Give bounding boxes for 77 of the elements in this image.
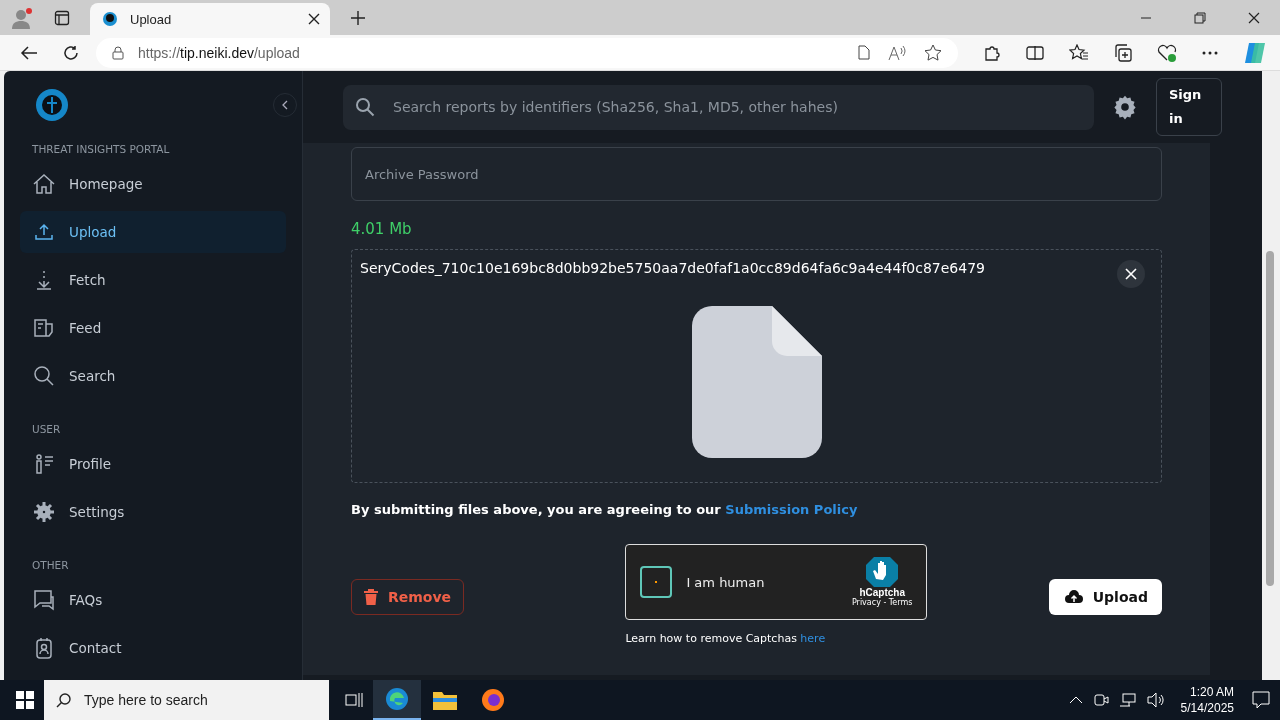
file-size: 4.01 Mb: [351, 220, 413, 238]
windows-start-icon[interactable]: [16, 691, 34, 709]
more-icon[interactable]: [1202, 50, 1218, 55]
new-tab-icon[interactable]: [350, 9, 366, 26]
search-icon: [56, 692, 72, 708]
split-screen-icon[interactable]: [1026, 44, 1044, 61]
hand-logo-icon: [866, 557, 899, 587]
tab-title: Upload: [130, 11, 173, 27]
star-icon[interactable]: [924, 43, 942, 62]
file-drop-zone[interactable]: SeryCodes_710c10e169bc8d0bb92be5750aa7de0faf1a0cc89d64fa6c9a4e44f0c87e6479: [351, 249, 1162, 483]
close-button[interactable]: [1117, 260, 1145, 288]
close-icon[interactable]: [1248, 11, 1260, 24]
address-bar[interactable]: https://tip.neiki.dev/upload: [96, 37, 958, 68]
read-aloud-icon[interactable]: [888, 44, 906, 61]
sign-in-button[interactable]: Sign in: [1156, 78, 1222, 136]
trash-icon: [364, 589, 378, 605]
agreement-text: By submitting files above, you are agreeing to our Submission Policy: [351, 502, 859, 517]
close-icon[interactable]: [308, 13, 320, 25]
captcha-links[interactable]: Privacy - Terms: [851, 598, 913, 607]
taskbar-search-field[interactable]: Type here to search: [44, 680, 329, 720]
nav-icon: [32, 364, 56, 388]
profile-icon[interactable]: [10, 5, 34, 30]
nav-item[interactable]: Contact: [20, 627, 286, 669]
section-heading: USER: [31, 422, 62, 437]
file-icon: [691, 306, 822, 458]
nav-icon: [32, 172, 56, 196]
nav-item[interactable]: FAQs: [20, 579, 286, 621]
favorites-icon[interactable]: [1069, 43, 1089, 62]
captcha-checkbox[interactable]: [640, 566, 673, 598]
clock-date: 5/14/2025: [1180, 700, 1234, 716]
site-logo-icon: [102, 11, 118, 27]
clock-time: 1:20 AM: [1189, 684, 1234, 700]
nav-item[interactable]: Profile: [20, 443, 286, 485]
section-heading: OTHER: [31, 558, 70, 573]
captcha-label: I am human: [686, 574, 766, 590]
nav-item[interactable]: Settings: [20, 491, 286, 533]
nav-icon: [32, 316, 56, 340]
task-view-icon[interactable]: [345, 692, 363, 708]
captcha-note: Learn how to remove Captchas here: [625, 632, 826, 645]
health-icon[interactable]: [1157, 43, 1177, 62]
chevron-up-icon[interactable]: [1068, 696, 1083, 704]
refresh-icon[interactable]: [63, 44, 79, 61]
browser-tab[interactable]: Upload: [90, 3, 330, 35]
url-text: https://tip.neiki.dev/upload: [138, 44, 300, 61]
captcha-brand: hCaptcha: [859, 587, 905, 598]
puzzle-icon[interactable]: [983, 43, 1001, 62]
notifications-icon[interactable]: [1252, 691, 1270, 709]
submission-policy-link[interactable]: Submission Policy: [725, 502, 858, 517]
settings-icon[interactable]: [1112, 94, 1138, 120]
nav-item[interactable]: Upload: [20, 211, 286, 253]
section-heading: THREAT INSIGHTS PORTAL: [31, 142, 171, 157]
cloud-upload-icon: [1064, 590, 1083, 604]
edge-taskbar-icon[interactable]: [373, 680, 421, 720]
upload-button[interactable]: Upload: [1048, 579, 1162, 615]
here-link[interactable]: here: [800, 632, 826, 645]
remove-button[interactable]: Remove: [351, 579, 465, 615]
search-icon: [355, 96, 375, 117]
close-icon: [1125, 268, 1137, 280]
nav-icon: [32, 500, 56, 524]
volume-icon[interactable]: [1146, 692, 1165, 708]
chevron-left-icon: [282, 100, 288, 110]
search-field[interactable]: Search reports by identifiers (Sha256, Sha1, MD5, other hahes): [343, 84, 1094, 130]
restore-icon[interactable]: [1194, 11, 1206, 24]
collections-icon[interactable]: [1114, 43, 1132, 62]
nav-icon: [32, 588, 56, 612]
network-icon[interactable]: [1118, 692, 1137, 708]
nav-item[interactable]: Feed: [20, 307, 286, 349]
nav-item[interactable]: Fetch: [20, 259, 286, 301]
nav-item[interactable]: Homepage: [20, 163, 286, 205]
lock-icon: [112, 45, 124, 60]
file-name: SeryCodes_710c10e169bc8d0bb92be5750aa7de0faf1a0cc89d64fa6c9a4e44f0c87e6479: [360, 260, 985, 276]
nav-item[interactable]: Search: [20, 355, 286, 397]
page-icon[interactable]: [858, 45, 870, 60]
tab-actions-icon[interactable]: [54, 9, 70, 26]
logo-icon: [34, 87, 70, 123]
back-icon[interactable]: [20, 44, 38, 61]
password-field[interactable]: Archive Password: [351, 147, 1162, 201]
